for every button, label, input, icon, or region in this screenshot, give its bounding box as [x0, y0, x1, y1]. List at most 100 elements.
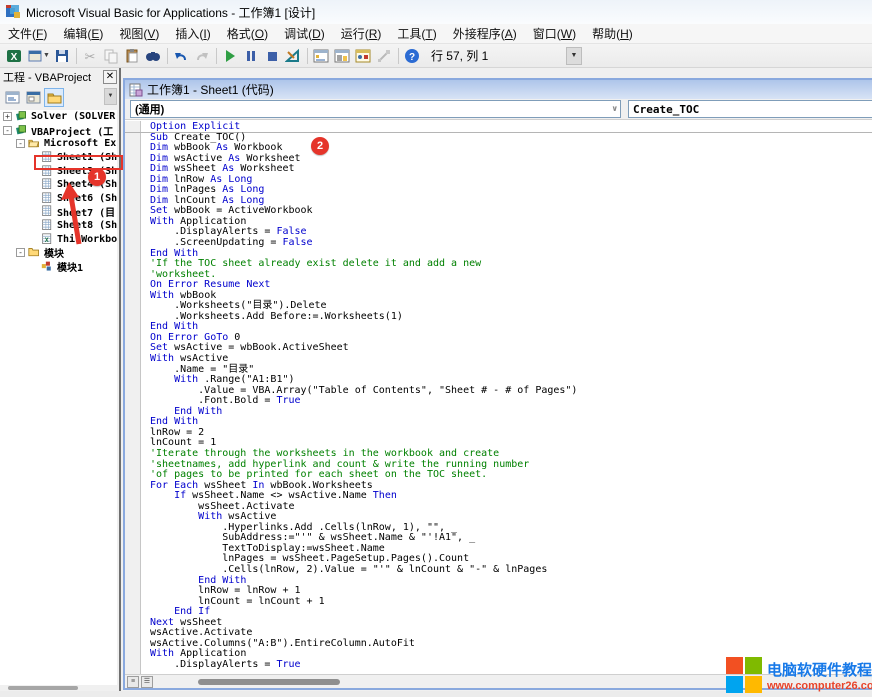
code-window-title: 工作簿1 - Sheet1 (代码)	[147, 81, 274, 98]
view-excel-button[interactable]: X	[3, 46, 24, 66]
insert-userform-button[interactable]	[24, 46, 45, 66]
object-combo[interactable]: (通用) ∨	[130, 100, 621, 118]
logo-square	[745, 676, 762, 693]
run-button[interactable]	[220, 46, 241, 66]
toggle-folders-button[interactable]	[44, 88, 64, 107]
title-bar: Microsoft Visual Basic for Applications …	[0, 0, 872, 24]
project-panel-toolbar: ▼	[0, 85, 119, 109]
annotation-circle-2: 2	[311, 137, 329, 155]
menu-item[interactable]: 窗口(W)	[525, 23, 584, 44]
code-line: On Error Resume Next	[150, 280, 872, 291]
tree-item-label: Solver (SOLVER	[31, 111, 115, 122]
collapse-icon[interactable]: -	[3, 126, 12, 135]
design-mode-button[interactable]	[283, 46, 304, 66]
menu-item[interactable]: 运行(R)	[333, 23, 390, 44]
project-explorer-button[interactable]	[311, 46, 332, 66]
svg-text:?: ?	[409, 52, 415, 63]
menu-item[interactable]: 工具(T)	[389, 23, 444, 44]
procedure-combo[interactable]: Create_TOC	[628, 100, 872, 118]
menu-item[interactable]: 文件(F)	[0, 23, 55, 44]
code-line: wsActive.Columns("A:B").EntireColumn.Aut…	[150, 639, 872, 650]
undo-button[interactable]	[171, 46, 192, 66]
menu-item[interactable]: 外接程序(A)	[445, 23, 525, 44]
sheet-icon	[41, 219, 54, 232]
view-object-button[interactable]	[23, 88, 43, 107]
help-button[interactable]: ?	[402, 46, 423, 66]
tree-item[interactable]: + Solver (SOLVER	[0, 110, 117, 124]
svg-text:X: X	[10, 52, 17, 63]
site-url: www.computer26.com	[767, 680, 872, 692]
svg-text:✂: ✂	[85, 49, 96, 64]
tree-item-label: VBAProject (工	[31, 123, 113, 138]
paste-button[interactable]	[122, 46, 143, 66]
code-line: .ScreenUpdating = False	[150, 238, 872, 249]
workbook-icon: X	[41, 233, 54, 246]
menu-item[interactable]: 编辑(E)	[55, 23, 111, 44]
code-line: 'If the TOC sheet already exist delete i…	[150, 259, 872, 270]
code-window-titlebar[interactable]: 工作簿1 - Sheet1 (代码)	[125, 80, 872, 99]
reset-button[interactable]	[262, 46, 283, 66]
menu-item[interactable]: 视图(V)	[111, 23, 167, 44]
full-module-view-button[interactable]: ☰	[141, 676, 153, 688]
procedure-view-button[interactable]: ≡	[127, 676, 139, 688]
code-line: .Font.Bold = True	[150, 396, 872, 407]
tree-item[interactable]: - VBAProject (工	[0, 124, 117, 138]
toolbar-overflow-button[interactable]: ▼	[566, 47, 582, 65]
code-line: .Cells(lnRow, 2).Value = "'" & lnCount &…	[150, 565, 872, 576]
code-area[interactable]: Option ExplicitSub Create_TOC()Dim wbBoo…	[125, 121, 872, 674]
main-toolbar: X ▼ ✂? 行 57, 列 1	[0, 44, 872, 68]
annotation-arrow	[58, 180, 88, 250]
code-line: lnRow = 2	[150, 428, 872, 439]
vba-editor-window: Microsoft Visual Basic for Applications …	[0, 0, 872, 697]
redo-button	[192, 46, 213, 66]
panel-toolbar-overflow-button[interactable]: ▼	[104, 88, 117, 105]
project-icon	[15, 110, 28, 123]
menu-item[interactable]: 插入(I)	[167, 23, 218, 44]
code-hscrollbar-thumb[interactable]	[198, 679, 340, 685]
code-line: Dim wsSheet As Worksheet	[150, 164, 872, 175]
code-line: End With	[150, 322, 872, 333]
collapse-icon[interactable]: -	[16, 248, 25, 257]
code-window-icon	[129, 83, 143, 97]
code-window: 工作簿1 - Sheet1 (代码) (通用) ∨ Create_TOC Opt…	[123, 78, 872, 690]
project-panel-hscrollbar[interactable]	[8, 686, 78, 690]
project-panel-header: 工程 - VBAProject ✕	[0, 68, 119, 85]
menu-item[interactable]: 帮助(H)	[584, 23, 641, 44]
expand-icon[interactable]: +	[3, 112, 12, 121]
menu-item[interactable]: 调试(D)	[276, 23, 333, 44]
close-icon[interactable]: ✕	[103, 70, 117, 84]
tree-item-label: 模块1	[57, 259, 83, 274]
annotation-circle-1: 1	[88, 168, 106, 186]
site-watermark: 电脑软硬件教程网 www.computer26.com	[726, 655, 872, 695]
sheet-icon	[41, 205, 54, 218]
object-browser-button[interactable]	[353, 46, 374, 66]
tree-item[interactable]: -Microsoft Exc	[0, 137, 117, 151]
view-code-button[interactable]	[2, 88, 22, 107]
svg-text:X: X	[45, 236, 49, 244]
toolbar-separator	[398, 48, 399, 64]
code-line: Option Explicit	[150, 122, 872, 133]
code-margin	[125, 121, 141, 674]
toolbar-separator	[307, 48, 308, 64]
toolbar-separator	[76, 48, 77, 64]
cut-button: ✂	[80, 46, 101, 66]
vba-app-icon	[5, 4, 21, 20]
window-title: Microsoft Visual Basic for Applications …	[26, 4, 315, 21]
code-line: Set wbBook = ActiveWorkbook	[150, 206, 872, 217]
menu-item[interactable]: 格式(O)	[219, 23, 276, 44]
properties-window-button[interactable]	[332, 46, 353, 66]
find-button[interactable]	[143, 46, 164, 66]
code-line: End With	[150, 407, 872, 418]
code-line: Next wsSheet	[150, 618, 872, 629]
code-text: Option ExplicitSub Create_TOC()Dim wbBoo…	[150, 122, 872, 670]
caret-position-status: 行 57, 列 1	[431, 47, 488, 64]
save-button[interactable]	[52, 46, 73, 66]
code-line: lnCount = lnCount + 1	[150, 597, 872, 608]
break-button[interactable]	[241, 46, 262, 66]
chevron-down-icon[interactable]: ∨	[612, 104, 619, 113]
toolbar-separator	[167, 48, 168, 64]
tree-item[interactable]: 模块1	[0, 260, 117, 274]
menu-bar: 文件(F)编辑(E)视图(V)插入(I)格式(O)调试(D)运行(R)工具(T)…	[0, 24, 872, 44]
collapse-icon[interactable]: -	[16, 139, 25, 148]
sheet-icon	[41, 192, 54, 205]
